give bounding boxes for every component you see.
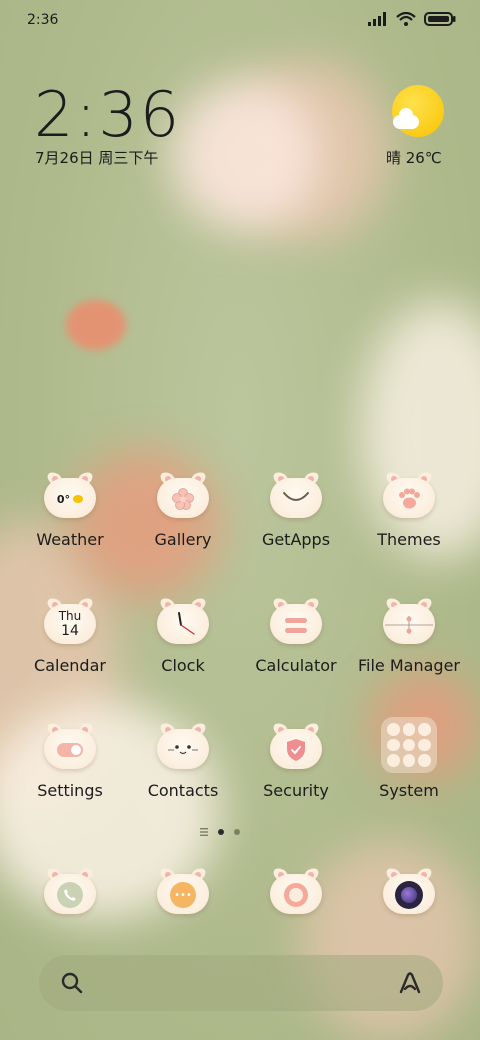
app-gallery[interactable]: Gallery	[127, 466, 239, 576]
app-label: File Manager	[358, 656, 460, 675]
phone-icon	[44, 866, 96, 914]
folder-icon	[381, 717, 437, 773]
app-label: System	[379, 781, 439, 800]
smile-icon	[270, 470, 322, 518]
app-label: Settings	[37, 781, 103, 800]
files-icon	[383, 596, 435, 644]
app-weather[interactable]: 0° Weather	[14, 466, 126, 576]
app-label: Contacts	[147, 781, 219, 800]
app-label: Themes	[377, 530, 441, 549]
app-settings[interactable]: Settings	[14, 717, 126, 827]
app-label: Calendar	[34, 656, 106, 675]
calendar-icon: Thu 14	[44, 596, 96, 644]
dock-browser[interactable]	[240, 862, 352, 922]
app-label: Calculator	[255, 656, 337, 675]
clock-widget-time[interactable]: 2:36	[34, 78, 181, 151]
flower-icon	[157, 470, 209, 518]
assistant-icon[interactable]	[397, 971, 423, 995]
search-icon	[61, 972, 83, 994]
dock-phone[interactable]	[14, 862, 126, 922]
camera-lens-icon	[383, 866, 435, 914]
search-bar[interactable]	[39, 955, 443, 1011]
dock-camera[interactable]	[353, 862, 465, 922]
app-label: Security	[263, 781, 329, 800]
app-file-manager[interactable]: File Manager	[353, 592, 465, 702]
app-label: GetApps	[261, 530, 331, 549]
cat-face-icon	[157, 721, 209, 769]
paw-icon	[383, 470, 435, 518]
clock-icon	[157, 596, 209, 644]
toggle-icon	[44, 721, 96, 769]
app-label: Weather	[36, 530, 104, 549]
dock-messages[interactable]: •••	[127, 862, 239, 922]
chat-bubble-icon: •••	[157, 866, 209, 914]
shield-icon	[270, 721, 322, 769]
equals-icon	[270, 596, 322, 644]
app-getapps[interactable]: GetApps	[240, 466, 352, 576]
app-themes[interactable]: Themes	[353, 466, 465, 576]
app-security[interactable]: Security	[240, 717, 352, 827]
app-clock[interactable]: Clock	[127, 592, 239, 702]
status-bar: 2:36	[0, 0, 480, 40]
page-dot[interactable]	[234, 829, 240, 835]
battery-icon	[424, 12, 456, 26]
page-indicator[interactable]	[200, 828, 240, 836]
wifi-icon	[396, 12, 416, 26]
weather-app-icon: 0°	[44, 470, 96, 518]
app-folder-system[interactable]: System	[353, 717, 465, 827]
compass-icon	[270, 866, 322, 914]
app-calculator[interactable]: Calculator	[240, 592, 352, 702]
app-contacts[interactable]: Contacts	[127, 717, 239, 827]
page-dot-active[interactable]	[218, 829, 224, 835]
calendar-day: Thu	[58, 609, 82, 623]
app-calendar[interactable]: Thu 14 Calendar	[14, 592, 126, 702]
app-label: Clock	[161, 656, 205, 675]
app-label: Gallery	[154, 530, 212, 549]
signal-icon	[368, 12, 386, 26]
weather-icon-temp: 0°	[56, 492, 71, 506]
clock-widget-date: 7月26日 周三下午	[35, 149, 159, 167]
weather-text: 晴 26℃	[386, 149, 442, 167]
status-time: 2:36	[27, 12, 59, 28]
menu-lines-icon	[200, 828, 208, 836]
calendar-date: 14	[61, 623, 79, 639]
cloud-icon	[393, 108, 419, 129]
